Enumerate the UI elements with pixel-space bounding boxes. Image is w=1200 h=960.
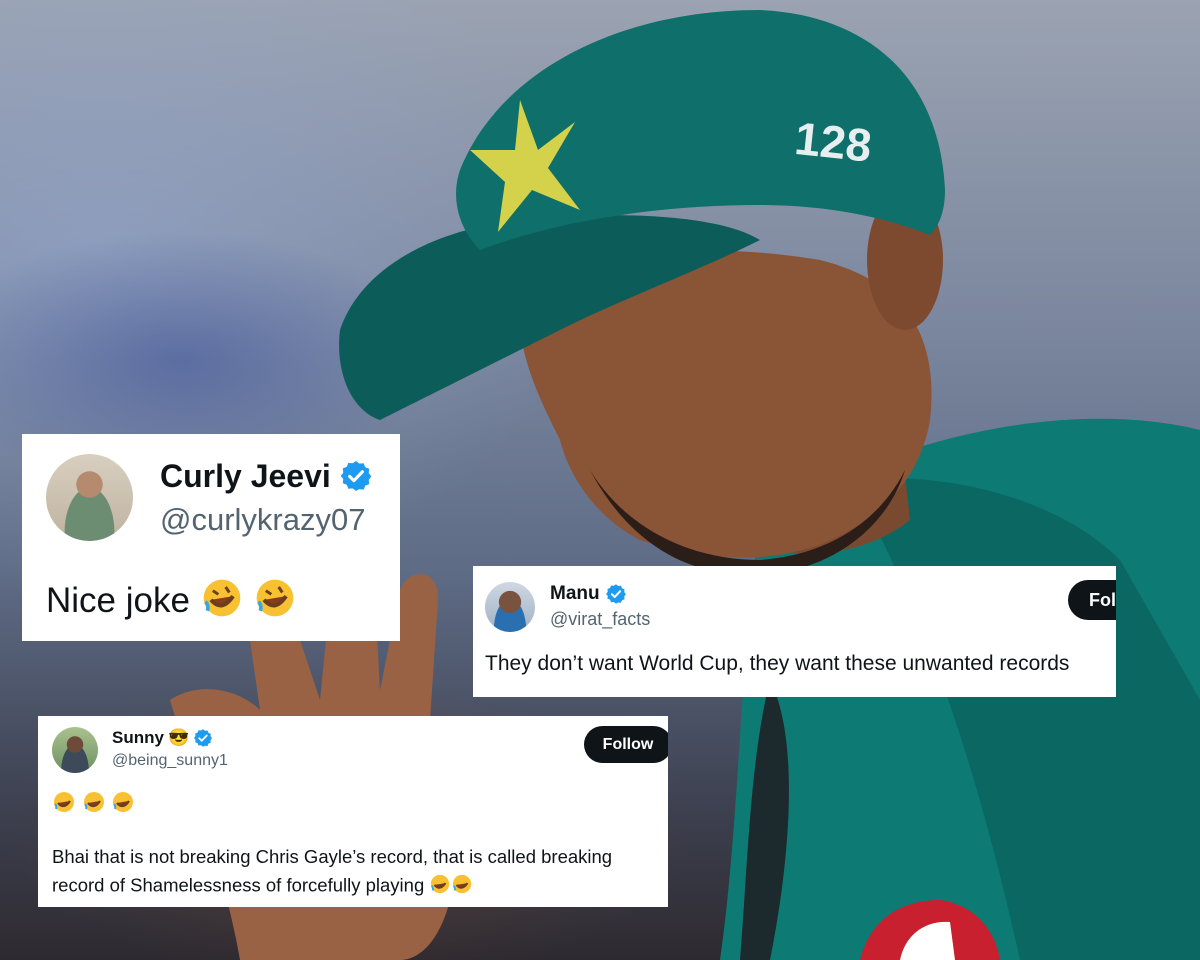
user-name-text: Sunny — [112, 728, 164, 747]
rofl-emoji-icon — [429, 873, 451, 900]
tweet-card-sunny: Sunny 😎 @being_sunny1 Follow Bhai that i… — [38, 716, 668, 907]
cap-number: 128 — [792, 112, 874, 172]
follow-button[interactable]: Follow — [584, 726, 668, 763]
rofl-emoji-icon — [200, 576, 244, 629]
user-handle: @being_sunny1 — [112, 752, 228, 769]
rofl-emoji-icon — [451, 873, 473, 900]
sunglasses-emoji-icon: 😎 — [167, 728, 190, 747]
follow-button[interactable]: Fol — [1068, 580, 1116, 620]
verified-badge-icon — [605, 584, 626, 604]
tweet-text-content: Nice joke — [46, 580, 190, 620]
tweet-card-manu: Manu @virat_facts Fol They don’t want Wo… — [473, 566, 1116, 697]
avatar — [485, 582, 535, 632]
user-name: Curly Jeevi — [160, 456, 373, 496]
rofl-emoji-icon — [111, 790, 135, 820]
rofl-emoji-icon — [253, 576, 297, 629]
user-name: Manu — [550, 582, 627, 606]
avatar — [46, 454, 133, 541]
user-handle: @virat_facts — [550, 609, 651, 629]
rofl-emoji-icon — [52, 790, 76, 820]
user-name-text: Manu — [550, 583, 600, 604]
tweet-text: They don’t want World Cup, they want the… — [485, 652, 1070, 675]
tweet-text-line-2: record of Shamelessness of forcefully pl… — [52, 873, 473, 900]
verified-badge-icon — [340, 461, 372, 491]
rofl-emoji-icon — [82, 790, 106, 820]
tweet-text-line-1: Bhai that is not breaking Chris Gayle’s … — [52, 846, 613, 867]
tweet-text: Nice joke — [46, 576, 297, 629]
tweet-text-line-2-content: record of Shamelessness of forcefully pl… — [52, 874, 425, 896]
emoji-line — [52, 790, 135, 820]
verified-badge-icon — [194, 729, 213, 747]
user-handle: @curlykrazy07 — [160, 502, 366, 537]
user-name-text: Curly Jeevi — [160, 457, 331, 494]
avatar — [52, 727, 98, 773]
tweet-card-curly-jeevi: Curly Jeevi @curlykrazy07 Nice joke — [22, 434, 400, 641]
user-name: Sunny 😎 — [112, 727, 213, 749]
